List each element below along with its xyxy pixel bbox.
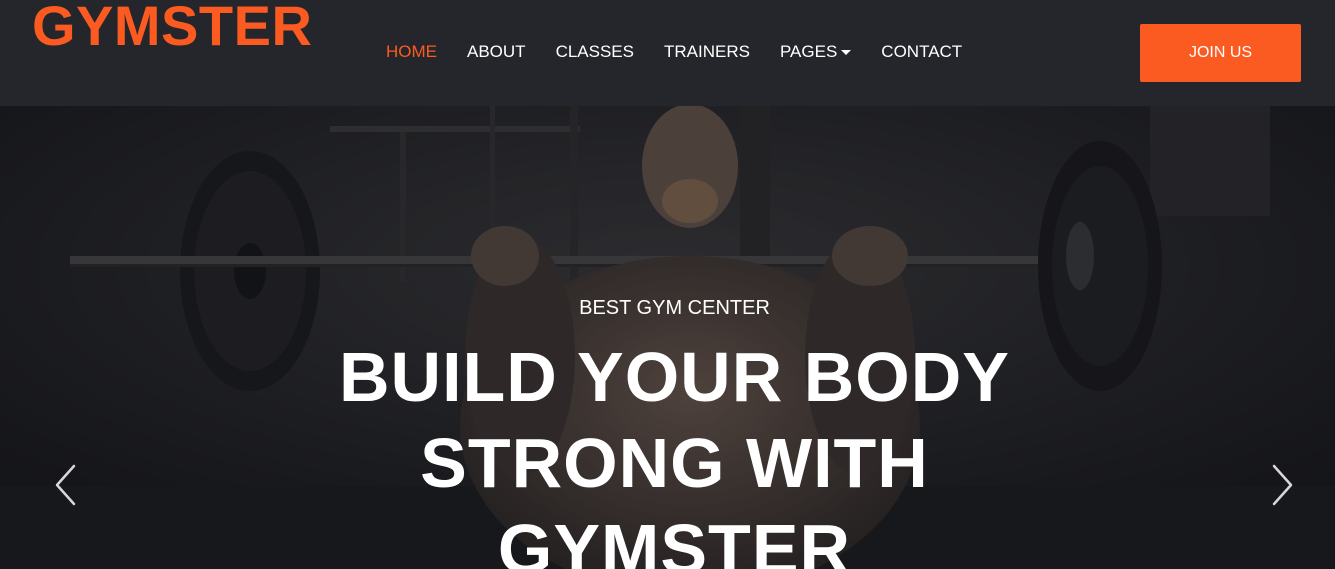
main-nav: HOME ABOUT CLASSES TRAINERS PAGES CONTAC…	[386, 42, 992, 62]
hero-title-line-2: STRONG WITH	[420, 424, 929, 502]
hero-title-line-1: BUILD YOUR BODY	[339, 338, 1010, 416]
join-us-button[interactable]: JOIN US	[1140, 24, 1301, 82]
nav-item-trainers[interactable]: TRAINERS	[664, 42, 750, 62]
nav-item-home[interactable]: HOME	[386, 42, 437, 62]
nav-item-pages-label: PAGES	[779, 42, 838, 61]
nav-item-classes[interactable]: CLASSES	[556, 42, 634, 62]
chevron-left-icon[interactable]	[52, 462, 82, 508]
nav-item-contact[interactable]: CONTACT	[881, 42, 962, 62]
hero-content: BEST GYM CENTER BUILD YOUR BODY STRONG W…	[0, 106, 1335, 569]
nav-item-about[interactable]: ABOUT	[467, 42, 526, 62]
caret-down-icon	[841, 49, 852, 55]
chevron-right-icon[interactable]	[1266, 462, 1296, 508]
hero-subtitle: BEST GYM CENTER	[579, 297, 770, 319]
hero-carousel: BEST GYM CENTER BUILD YOUR BODY STRONG W…	[0, 106, 1335, 569]
hero-title-line-3: GYMSTER	[497, 510, 852, 569]
page: GYMSTER HOME ABOUT CLASSES TRAINERS PAGE…	[0, 0, 1335, 569]
nav-item-pages[interactable]: PAGES	[779, 42, 852, 62]
navbar: GYMSTER HOME ABOUT CLASSES TRAINERS PAGE…	[0, 0, 1335, 106]
brand-logo[interactable]: GYMSTER	[32, 0, 312, 58]
hero-title: BUILD YOUR BODY STRONG WITH GYMSTER	[0, 334, 1335, 569]
